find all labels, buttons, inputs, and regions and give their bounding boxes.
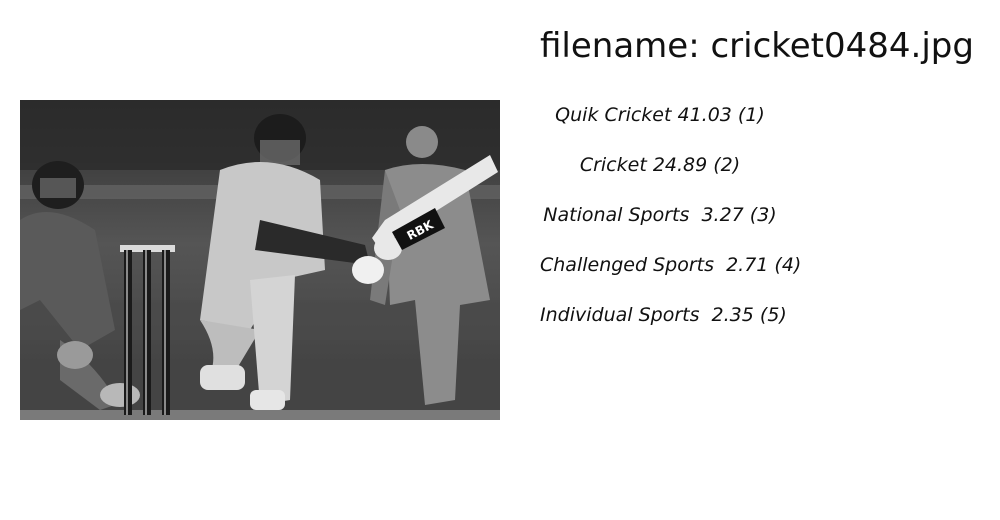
prediction-list: Quik Cricket 41.03 (1) Cricket 24.89 (2)… <box>540 100 802 350</box>
filename-heading: filename: cricket0484.jpg <box>540 26 974 66</box>
prediction-item: Cricket 24.89 (2) <box>579 154 741 176</box>
cricket-photo: RBK <box>20 100 500 420</box>
cricket-photo-drawing: RBK <box>20 100 500 420</box>
prediction-item: Quik Cricket 41.03 (1) <box>555 104 765 126</box>
prediction-item: Individual Sports 2.35 (5) <box>540 304 787 326</box>
stumps-figure <box>120 245 175 415</box>
prediction-item: Challenged Sports 2.71 (4) <box>540 254 802 276</box>
prediction-item: National Sports 3.27 (3) <box>543 204 777 226</box>
